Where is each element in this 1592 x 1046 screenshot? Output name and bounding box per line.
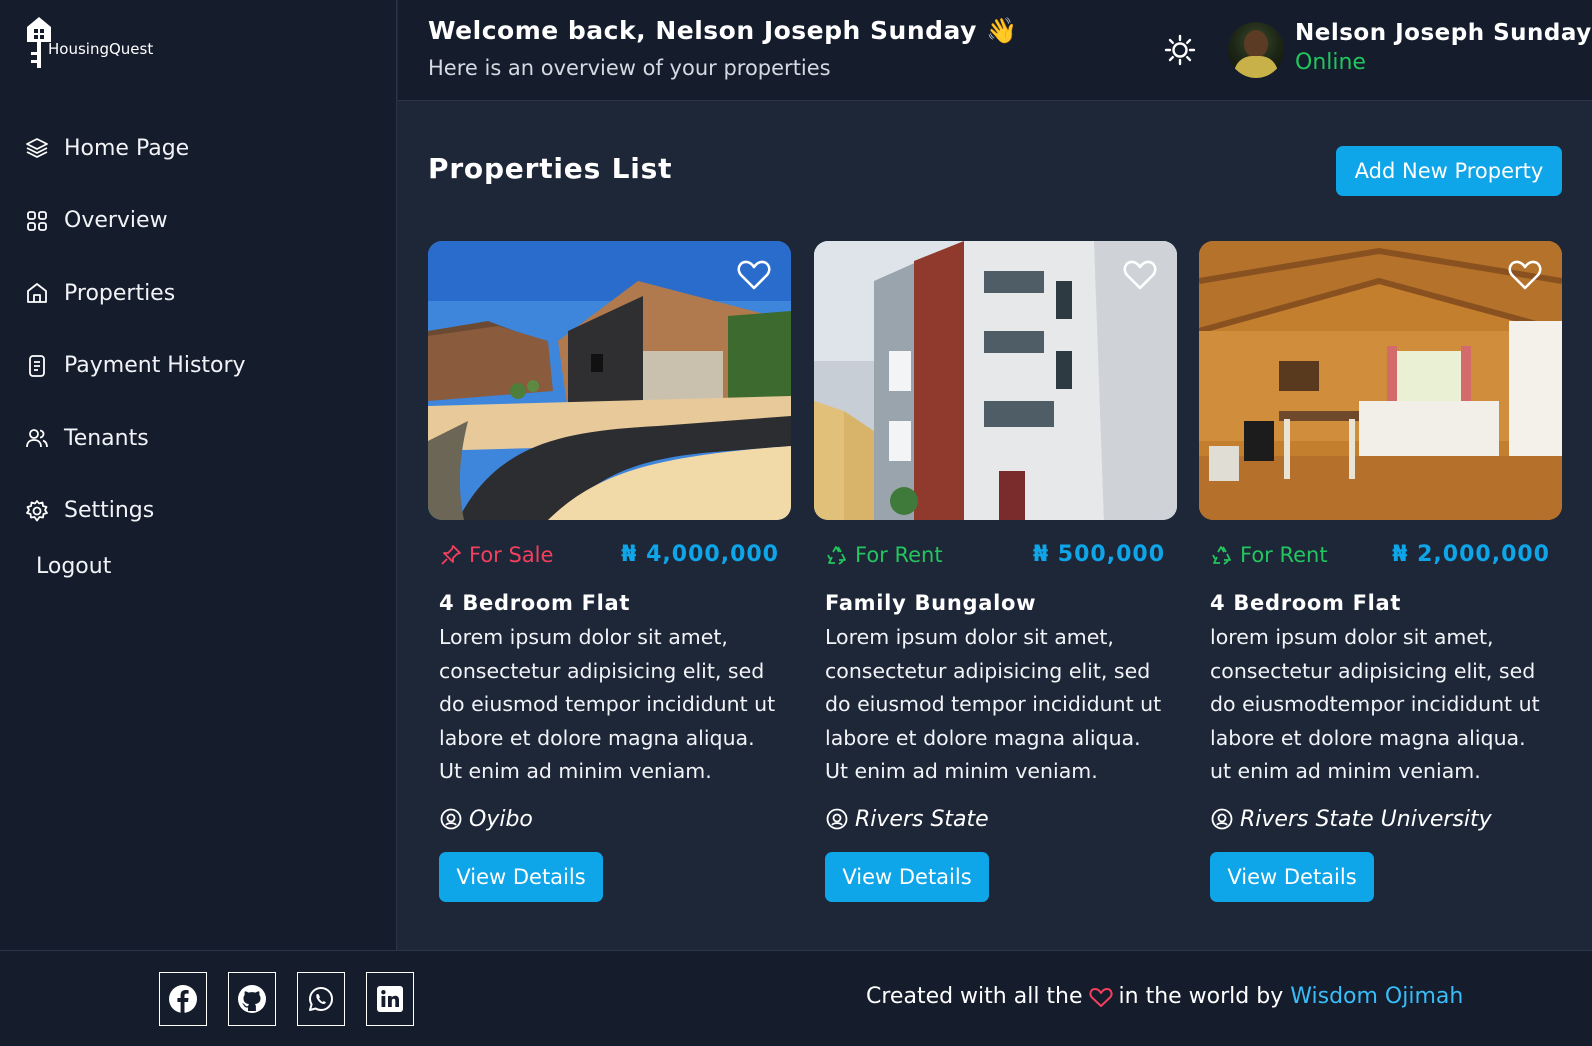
property-meta: For Sale ₦ 4,000,000 [439, 542, 779, 567]
property-photo [428, 241, 791, 520]
sidebar-item-label: Properties [64, 280, 176, 306]
property-price: ₦ 2,000,000 [1392, 542, 1550, 567]
location-label: Rivers State University [1240, 806, 1492, 832]
sidebar-item-label: Payment History [64, 353, 246, 379]
linkedin-link[interactable] [366, 972, 414, 1026]
location-icon [1211, 808, 1233, 830]
document-icon [25, 353, 51, 379]
sidebar-item-home[interactable]: Home Page [25, 112, 246, 185]
property-title: Family Bungalow [825, 591, 1037, 615]
status-label: For Rent [855, 542, 943, 567]
sidebar-item-properties[interactable]: Properties [25, 257, 246, 330]
status-label: For Sale [469, 542, 554, 567]
sun-icon[interactable] [1164, 34, 1196, 66]
sidebar-item-label: Overview [64, 208, 168, 234]
brand-name: HousingQuest [48, 40, 154, 58]
status-badge: For Rent [1210, 543, 1328, 567]
github-icon [238, 985, 266, 1013]
property-title: 4 Bedroom Flat [439, 591, 631, 615]
layers-icon [25, 135, 51, 161]
home-icon [25, 280, 51, 306]
location-label: Rivers State [855, 806, 989, 832]
github-link[interactable] [228, 972, 276, 1026]
property-description: Lorem ipsum dolor sit amet, consectetur … [439, 625, 776, 783]
gear-icon [25, 498, 51, 524]
sidebar-item-overview[interactable]: Overview [25, 185, 246, 258]
credit-prefix: Created with all the [866, 984, 1083, 1009]
view-details-button[interactable]: View Details [1210, 851, 1374, 902]
property-photo [814, 241, 1177, 520]
avatar[interactable] [1228, 22, 1284, 78]
linkedin-icon [377, 986, 403, 1012]
heart-icon[interactable] [737, 259, 771, 291]
property-location: Rivers State University [1210, 807, 1551, 832]
property-card: For Rent ₦ 500,000 Family Bungalow Lorem… [814, 241, 1177, 902]
sidebar: HousingQuest Home Page Overview Properti… [0, 0, 397, 950]
heart-icon[interactable] [1123, 259, 1157, 291]
location-label: Oyibo [469, 806, 533, 832]
footer: Created with all the in the world by Wis… [0, 950, 1592, 1046]
logo[interactable]: HousingQuest [24, 16, 153, 72]
view-details-button[interactable]: View Details [439, 851, 603, 902]
property-description: lorem ipsum dolor sit amet, consectetur … [1210, 625, 1540, 783]
user-status: Online [1295, 50, 1366, 75]
location-icon [826, 808, 848, 830]
users-icon [25, 425, 51, 451]
sidebar-item-label: Settings [64, 498, 155, 524]
view-details-button[interactable]: View Details [825, 851, 989, 902]
grid-icon [25, 208, 51, 234]
sidebar-nav: Home Page Overview Properties Payment Hi… [25, 112, 246, 547]
property-card: For Rent ₦ 2,000,000 4 Bedroom Flat lore… [1199, 241, 1562, 902]
welcome-subtitle: Here is an overview of your properties [428, 56, 831, 80]
sidebar-item-tenants[interactable]: Tenants [25, 402, 246, 475]
property-card: For Sale ₦ 4,000,000 4 Bedroom Flat Lore… [428, 241, 791, 902]
sidebar-item-label: Tenants [64, 425, 149, 451]
property-location: Rivers State [825, 807, 1166, 832]
author-link[interactable]: Wisdom Ojimah [1290, 984, 1463, 1009]
property-price: ₦ 4,000,000 [621, 542, 779, 567]
property-price: ₦ 500,000 [1032, 542, 1165, 567]
facebook-link[interactable] [159, 972, 207, 1026]
top-bar: Welcome back, Nelson Joseph Sunday 👋 Her… [398, 0, 1592, 101]
property-photo [1199, 241, 1562, 520]
property-meta: For Rent ₦ 500,000 [825, 542, 1165, 567]
status-badge: For Rent [825, 543, 943, 567]
heart-icon [1088, 987, 1113, 1007]
property-title: 4 Bedroom Flat [1210, 591, 1402, 615]
welcome-heading: Welcome back, Nelson Joseph Sunday 👋 [428, 16, 1018, 45]
whatsapp-icon [309, 987, 333, 1011]
status-label: For Rent [1240, 542, 1328, 567]
sidebar-item-payment-history[interactable]: Payment History [25, 330, 246, 403]
property-location: Oyibo [439, 807, 780, 832]
footer-credit: Created with all the in the world by Wis… [866, 984, 1463, 1009]
facebook-icon [169, 985, 197, 1013]
sidebar-item-settings[interactable]: Settings [25, 475, 246, 548]
user-name: Nelson Joseph Sunday [1295, 20, 1592, 46]
whatsapp-link[interactable] [297, 972, 345, 1026]
property-description: Lorem ipsum dolor sit amet, consectetur … [825, 625, 1162, 783]
pin-icon [441, 544, 461, 565]
recycle-icon [1212, 545, 1231, 565]
recycle-icon [827, 545, 846, 565]
credit-middle: in the world by [1118, 984, 1284, 1009]
status-badge: For Sale [439, 543, 553, 567]
add-new-property-button[interactable]: Add New Property [1336, 146, 1562, 196]
heart-icon[interactable] [1508, 259, 1542, 291]
page-title: Properties List [428, 152, 673, 185]
logout-button[interactable]: Logout [36, 554, 111, 579]
sidebar-item-label: Home Page [64, 135, 190, 161]
location-icon [440, 808, 462, 830]
property-meta: For Rent ₦ 2,000,000 [1210, 542, 1550, 567]
